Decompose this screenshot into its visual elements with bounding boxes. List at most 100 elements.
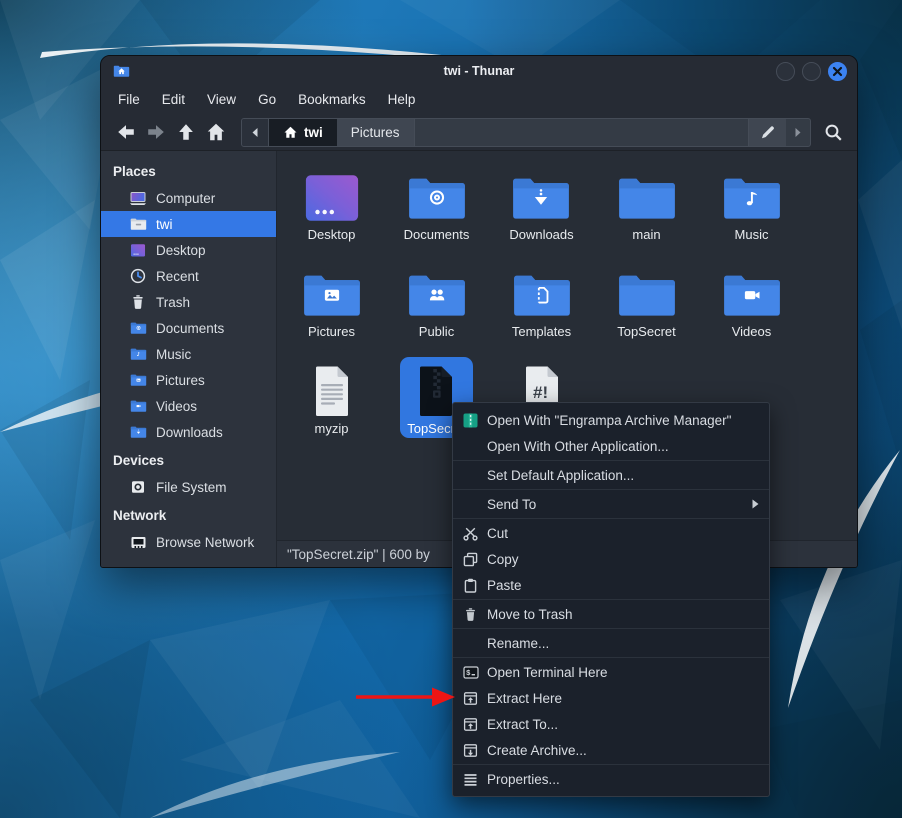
menu-item-extract-here[interactable]: Extract Here	[453, 685, 769, 711]
menu-separator	[453, 764, 769, 765]
sidebar-item-browse-network[interactable]: Browse Network	[101, 529, 276, 555]
menu-item-move-to-trash[interactable]: Move to Trash	[453, 601, 769, 627]
sidebar-item-twi[interactable]: twi	[101, 211, 276, 237]
folder-documents-icon	[129, 321, 147, 335]
menu-item-copy[interactable]: Copy	[453, 546, 769, 572]
sidebar-item-label: Computer	[156, 191, 215, 206]
path-edit-button[interactable]	[748, 119, 786, 146]
file-downloads[interactable]: Downloads	[489, 163, 594, 260]
file-label: Pictures	[308, 324, 355, 339]
network-icon	[129, 535, 147, 550]
archive-icon	[462, 743, 479, 758]
file-templates[interactable]: Templates	[489, 260, 594, 357]
file-music[interactable]: Music	[699, 163, 804, 260]
path-button-pictures[interactable]: Pictures	[337, 119, 415, 146]
titlebar[interactable]: twi - Thunar	[101, 56, 857, 86]
extract-icon	[462, 717, 479, 732]
menubar-item-go[interactable]: Go	[247, 86, 287, 114]
file-label: Documents	[404, 227, 470, 242]
toolbar: twiPictures	[101, 114, 857, 151]
menubar-item-bookmarks[interactable]: Bookmarks	[287, 86, 377, 114]
sidebar-item-trash[interactable]: Trash	[101, 289, 276, 315]
menu-item-send-to[interactable]: Send To	[453, 491, 769, 517]
up-button[interactable]	[173, 119, 199, 145]
menu-item-properties[interactable]: Properties...	[453, 766, 769, 792]
file-desktop[interactable]: Desktop	[279, 163, 384, 260]
up-icon	[175, 121, 197, 143]
file-label: Downloads	[509, 227, 573, 242]
sidebar-item-label: Desktop	[156, 243, 206, 258]
sidebar-item-pictures[interactable]: Pictures	[101, 367, 276, 393]
menu-item-open-terminal-here[interactable]: $Open Terminal Here	[453, 659, 769, 685]
paste-icon	[462, 578, 479, 593]
menubar-item-edit[interactable]: Edit	[151, 86, 196, 114]
file-main[interactable]: main	[594, 163, 699, 260]
menu-item-extract-to[interactable]: Extract To...	[453, 711, 769, 737]
home-icon	[205, 121, 227, 143]
menu-separator	[453, 599, 769, 600]
menu-item-open-with-engrampa-archive-manager[interactable]: Open With "Engrampa Archive Manager"	[453, 407, 769, 433]
trash-icon	[129, 294, 147, 310]
file-topsecret[interactable]: TopSecret	[594, 260, 699, 357]
sidebar-item-documents[interactable]: Documents	[101, 315, 276, 341]
home-button[interactable]	[203, 119, 229, 145]
sidebar-item-desktop[interactable]: Desktop	[101, 237, 276, 263]
file-label: Music	[735, 227, 769, 242]
sidebar: PlacesComputertwiDesktopRecentTrashDocum…	[101, 151, 277, 567]
folder-videos-icon	[129, 399, 147, 413]
file-documents[interactable]: Documents	[384, 163, 489, 260]
sidebar-item-label: Documents	[156, 321, 224, 336]
path-bar[interactable]: twiPictures	[241, 118, 811, 147]
sidebar-item-videos[interactable]: Videos	[101, 393, 276, 419]
menu-item-rename[interactable]: Rename...	[453, 630, 769, 656]
folder-downloads-icon	[510, 166, 572, 223]
sidebar-item-computer[interactable]: Computer	[101, 185, 276, 211]
forward-button[interactable]	[143, 119, 169, 145]
menubar-item-file[interactable]: File	[107, 86, 151, 114]
file-public[interactable]: Public	[384, 260, 489, 357]
submenu-arrow-icon	[752, 499, 759, 509]
menu-item-open-with-other-application[interactable]: Open With Other Application...	[453, 433, 769, 459]
window-controls	[776, 62, 847, 81]
sidebar-item-file-system[interactable]: File System	[101, 474, 276, 500]
file-label: main	[632, 227, 660, 242]
sidebar-header-devices: Devices	[101, 448, 276, 474]
sidebar-item-label: twi	[156, 217, 173, 232]
sidebar-item-music[interactable]: Music	[101, 341, 276, 367]
menu-item-set-default-application[interactable]: Set Default Application...	[453, 462, 769, 488]
menubar-item-help[interactable]: Help	[377, 86, 427, 114]
menu-item-create-archive[interactable]: Create Archive...	[453, 737, 769, 763]
folder-public-icon	[406, 263, 468, 320]
chevron-right-icon	[792, 126, 804, 139]
search-button[interactable]	[819, 118, 847, 146]
sidebar-item-label: Music	[156, 347, 191, 362]
svg-text:$: $	[466, 670, 471, 678]
menu-item-label: Rename...	[487, 636, 549, 651]
menu-item-cut[interactable]: Cut	[453, 520, 769, 546]
sidebar-header-network: Network	[101, 503, 276, 529]
menu-item-paste[interactable]: Paste	[453, 572, 769, 598]
cut-icon	[462, 526, 479, 541]
sidebar-item-recent[interactable]: Recent	[101, 263, 276, 289]
path-empty-area[interactable]	[415, 119, 748, 146]
file-pictures[interactable]: Pictures	[279, 260, 384, 357]
maximize-button[interactable]	[802, 62, 821, 81]
sidebar-item-downloads[interactable]: Downloads	[101, 419, 276, 445]
path-button-twi[interactable]: twi	[269, 119, 337, 146]
file-label: myzip	[315, 421, 349, 436]
back-button[interactable]	[113, 119, 139, 145]
file-myzip[interactable]: myzip	[279, 357, 384, 454]
path-scroll-right-button[interactable]	[786, 119, 810, 146]
folder-pictures-icon	[129, 373, 147, 387]
menubar-item-view[interactable]: View	[196, 86, 247, 114]
path-scroll-left-button[interactable]	[242, 119, 269, 146]
file-label: Videos	[732, 324, 772, 339]
menu-item-label: Open With Other Application...	[487, 439, 669, 454]
close-button[interactable]	[828, 62, 847, 81]
menu-item-label: Copy	[487, 552, 519, 567]
status-text: "TopSecret.zip" | 600 by	[287, 547, 430, 562]
file-label: TopSecret	[617, 324, 676, 339]
file-videos[interactable]: Videos	[699, 260, 804, 357]
minimize-button[interactable]	[776, 62, 795, 81]
folder-pictures-icon	[301, 263, 363, 320]
